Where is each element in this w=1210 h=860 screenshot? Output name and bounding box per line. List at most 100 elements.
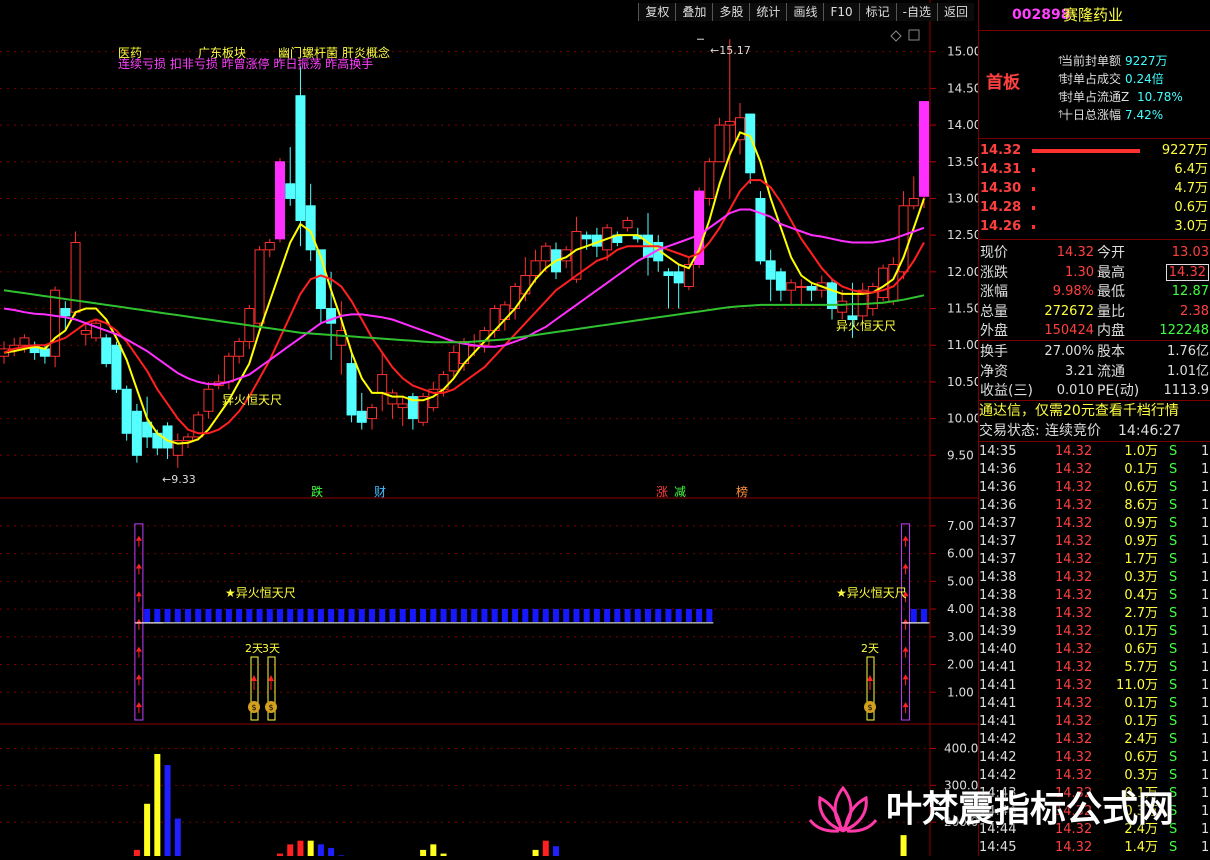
tick-price: 14.32 [1055, 696, 1093, 711]
tick-row[interactable]: 14:42 14.32 2.4万 S 1 [979, 731, 1210, 749]
tick-row[interactable]: 14:41 14.32 0.1万 S 1 [979, 695, 1210, 713]
stats-label: 换手 [980, 344, 1008, 360]
y-tick-label: 12.50 [947, 228, 978, 242]
stats-value: 1113.9 [1163, 383, 1210, 398]
tick-count: 1 [1201, 840, 1210, 855]
y-tick-label: 13.50 [947, 155, 978, 169]
day-mark-label: 3天 [262, 642, 280, 655]
chart-canvas[interactable]: 15.00 14.50 14.00 13.50 13.00 12.50 12.00 11.50… [0, 0, 981, 860]
toolbar-button-0[interactable]: 复权 [638, 3, 676, 21]
toolbar-button-6[interactable]: 标记 [858, 3, 896, 21]
tick-row[interactable]: 14:36 14.32 0.1万 S 1 [979, 461, 1210, 479]
level-bar [266, 608, 273, 622]
candle [540, 245, 551, 262]
tick-row[interactable]: 14:42 14.32 0.6万 S 1 [979, 749, 1210, 767]
tick-volume: 8.6万 [1124, 498, 1158, 513]
level-bar [215, 608, 222, 622]
stats-label: 净资 [980, 363, 1008, 380]
level-bar [409, 608, 416, 622]
kline-chart-area[interactable]: 15.00 14.50 14.00 13.50 13.00 12.50 12.00 11.50… [0, 0, 981, 860]
tick-side: S [1169, 732, 1178, 747]
stats-label: 收益(三) [980, 383, 1033, 399]
day-mark-label: 2天 [861, 642, 879, 655]
tick-row[interactable]: 14:38 14.32 2.7万 S 1 [979, 605, 1210, 623]
tick-volume: 0.1万 [1124, 696, 1158, 711]
level-bar [665, 608, 672, 622]
tick-side: S [1169, 588, 1178, 603]
up-arrow-icon [135, 591, 142, 597]
ad-banner[interactable]: 通达信，仅需20元查看千档行情 [979, 402, 1210, 422]
order-volume: 3.0万 [1174, 219, 1208, 234]
tick-row[interactable]: 14:38 14.32 0.4万 S 1 [979, 587, 1210, 605]
toolbar-button-3[interactable]: 统计 [749, 3, 787, 21]
tick-row[interactable]: 14:45 14.32 1.4万 S 1 [979, 839, 1210, 857]
candle [305, 205, 316, 251]
up-arrow-icon [268, 675, 274, 681]
seal-label: 十日总涨幅 [1061, 108, 1122, 122]
tick-price: 14.32 [1055, 588, 1093, 603]
tick-side: S [1169, 678, 1178, 693]
volume-bar [317, 844, 324, 860]
volume-bar [133, 849, 140, 860]
quote-value: 14.32 [1056, 245, 1094, 260]
quote-label: 总量 [980, 303, 1008, 320]
level-bar [573, 608, 580, 622]
tick-time: 14:42 [979, 732, 1017, 747]
stats-value: 27.00% [1044, 344, 1094, 359]
order-bar [1032, 149, 1140, 153]
y-tick-label: 11.00 [947, 338, 978, 352]
tick-side: S [1169, 534, 1178, 549]
quote-label: 今开 [1097, 245, 1125, 261]
tick-side: S [1169, 498, 1178, 513]
tick-price: 14.32 [1055, 750, 1093, 765]
tick-row[interactable]: 14:35 14.32 1.0万 S 1 [979, 443, 1210, 461]
tick-count: 1 [1201, 624, 1210, 639]
tick-row[interactable]: 14:39 14.32 0.1万 S 1 [979, 623, 1210, 641]
signal-label: 异火恒天尺 [222, 393, 282, 407]
tick-row[interactable]: 14:37 14.32 0.9万 S 1 [979, 533, 1210, 551]
candle [622, 219, 633, 229]
candle [581, 234, 592, 240]
ad-text[interactable]: 通达信，仅需20元查看千档行情 [979, 402, 1179, 420]
level-bar [287, 608, 294, 622]
tick-row[interactable]: 14:41 14.32 11.0万 S 1 [979, 677, 1210, 695]
stats-label: PE(动) [1097, 383, 1140, 399]
ind-signal-label: ★异火恒天尺 [836, 586, 907, 600]
stats-row: 换手 27.00% 股本 1.76亿 [979, 343, 1210, 361]
tick-row[interactable]: 14:37 14.32 1.7万 S 1 [979, 551, 1210, 569]
volume-bar [420, 849, 427, 860]
order-row: 14.28 0.6万 [979, 199, 1210, 217]
level-bar [491, 608, 498, 622]
quote-value: 272672 [1044, 303, 1094, 319]
tick-row[interactable]: 14:38 14.32 0.3万 S 1 [979, 569, 1210, 587]
tick-time: 14:38 [979, 570, 1017, 585]
trade-status-label: 交易状态: [979, 423, 1040, 439]
level-bar [307, 608, 314, 622]
y-tick-label: 4.00 [947, 602, 974, 616]
tick-row[interactable]: 14:40 14.32 0.6万 S 1 [979, 641, 1210, 659]
candle [275, 161, 285, 240]
seal-row: ↑ 封单占成交 0.24倍 [979, 70, 1210, 88]
volume-bar [553, 846, 559, 860]
candle [735, 117, 745, 141]
tick-row[interactable]: 14:37 14.32 0.9万 S 1 [979, 515, 1210, 533]
level-bar [706, 608, 713, 622]
toolbar-button-1[interactable]: 叠加 [675, 3, 713, 21]
y-tick-label: 7.00 [947, 519, 974, 533]
tick-row[interactable]: 14:36 14.32 0.6万 S 1 [979, 479, 1210, 497]
candle [50, 289, 61, 357]
toolbar-button-4[interactable]: 画线 [786, 3, 824, 21]
tick-row[interactable]: 14:41 14.32 5.7万 S 1 [979, 659, 1210, 677]
order-price: 14.31 [980, 162, 1022, 177]
toolbar-button-7[interactable]: -自选 [895, 3, 937, 21]
toolbar-button-8[interactable]: 返回 [936, 3, 974, 21]
level-bar [277, 608, 283, 622]
stats-label: 股本 [1097, 344, 1125, 360]
toolbar-button-2[interactable]: 多股 [712, 3, 750, 21]
tick-time: 14:41 [979, 678, 1017, 693]
tick-row[interactable]: 14:41 14.32 0.1万 S 1 [979, 713, 1210, 731]
quote-panel: 002898 赛隆药业 首板 ↑ 当前封单额 9227万 ↑ 封单占成交 0.24倍 ↑ 封单… [978, 0, 1210, 856]
toolbar-button-5[interactable]: F10 [823, 3, 859, 21]
tick-volume: 2.4万 [1124, 732, 1158, 747]
tick-row[interactable]: 14:36 14.32 8.6万 S 1 [979, 497, 1210, 515]
